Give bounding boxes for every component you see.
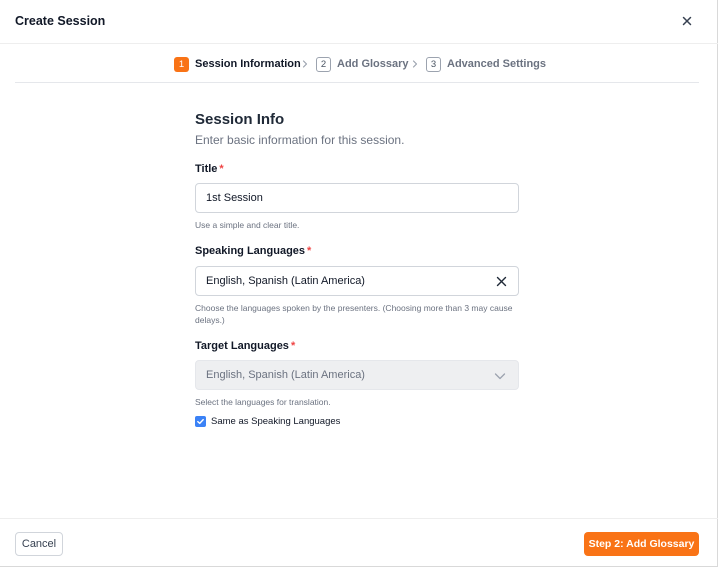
- required-mark: *: [219, 163, 224, 175]
- stepper: 1 Session Information 2 Add Glossary 3 A…: [15, 45, 699, 83]
- step-number: 3: [426, 56, 441, 72]
- close-icon: [682, 16, 692, 26]
- step-number: 1: [174, 56, 189, 72]
- step-advanced-settings[interactable]: 3 Advanced Settings: [426, 56, 546, 72]
- required-mark: *: [307, 245, 312, 257]
- speaking-languages-value: English, Spanish (Latin America): [206, 275, 365, 287]
- speaking-languages-help-text: Choose the languages spoken by the prese…: [195, 303, 513, 325]
- step-label: Add Glossary: [337, 58, 409, 70]
- target-languages-help-text: Select the languages for translation.: [195, 397, 331, 407]
- close-button[interactable]: [678, 12, 696, 30]
- next-step-button[interactable]: Step 2: Add Glossary: [584, 532, 699, 556]
- same-as-speaking-checkbox[interactable]: [195, 416, 206, 427]
- create-session-dialog: Create Session 1 Session Information 2 A…: [0, 0, 718, 567]
- dialog-header: Create Session: [0, 0, 718, 44]
- required-mark: *: [290, 340, 296, 352]
- section-title: Session Info: [195, 111, 285, 128]
- cancel-button[interactable]: Cancel: [15, 532, 63, 556]
- target-languages-value: English, Spanish (Latin America): [206, 369, 365, 381]
- title-label: Title *: [195, 163, 224, 175]
- title-input-value: 1st Session: [206, 192, 263, 204]
- speaking-languages-label: Speaking Languages *: [195, 245, 312, 257]
- target-languages-select: English, Spanish (Latin America): [195, 360, 519, 390]
- dialog-title: Create Session: [15, 14, 106, 28]
- checkmark-icon: [197, 418, 204, 425]
- chevron-right-icon: [412, 60, 418, 68]
- step-label: Advanced Settings: [447, 58, 547, 70]
- target-languages-label: Target Languages *: [195, 340, 296, 352]
- same-as-speaking-label: Same as Speaking Languages: [211, 416, 341, 427]
- section-subtitle: Enter basic information for this session…: [195, 133, 405, 147]
- chevron-down-icon: [494, 373, 506, 380]
- dialog-footer: Cancel Step 2: Add Glossary: [0, 518, 718, 567]
- title-input[interactable]: 1st Session: [195, 183, 519, 213]
- clear-icon[interactable]: [495, 275, 508, 288]
- step-label: Session Information: [195, 58, 301, 70]
- step-add-glossary[interactable]: 2 Add Glossary: [316, 56, 409, 72]
- speaking-languages-select[interactable]: English, Spanish (Latin America): [195, 266, 519, 296]
- same-as-speaking-checkbox-row[interactable]: Same as Speaking Languages: [195, 416, 340, 427]
- step-session-information[interactable]: 1 Session Information: [174, 56, 301, 72]
- chevron-right-icon: [302, 60, 308, 68]
- title-help-text: Use a simple and clear title.: [195, 220, 300, 230]
- step-number: 2: [316, 56, 331, 72]
